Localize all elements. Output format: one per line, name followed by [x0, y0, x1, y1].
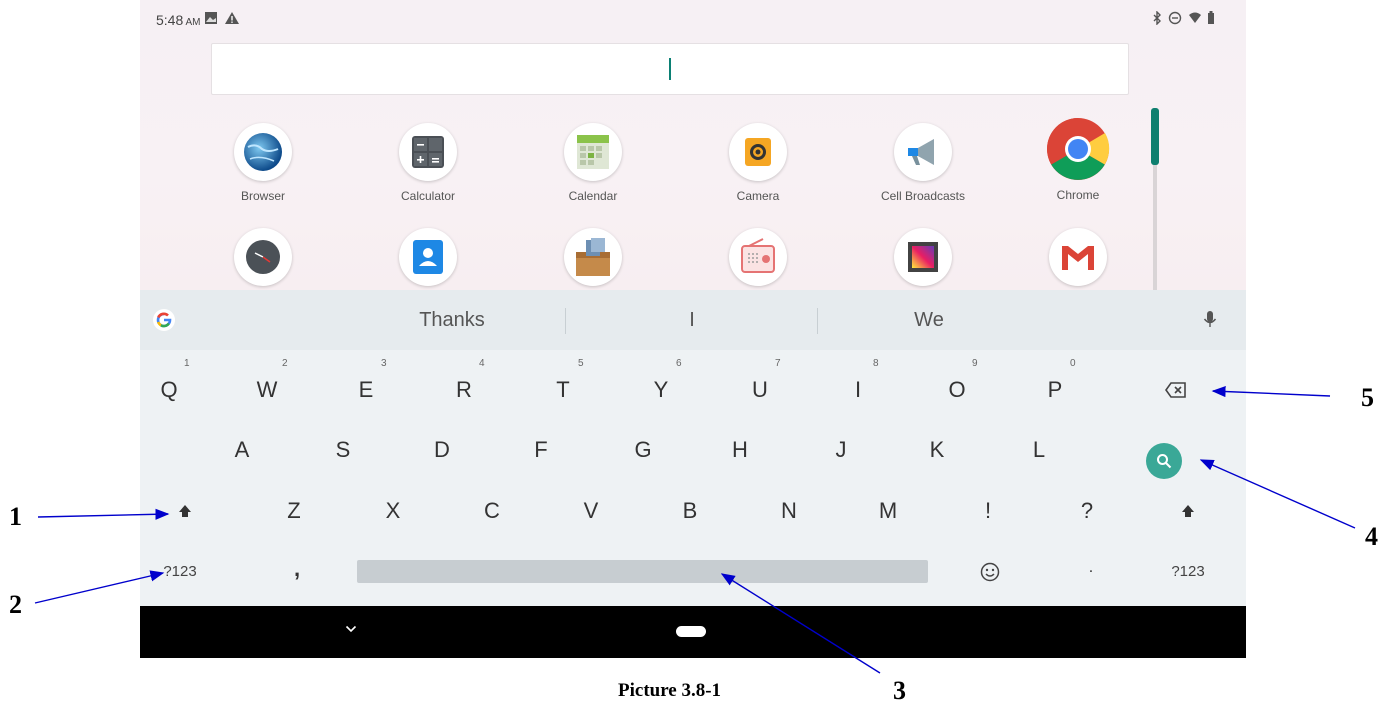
callout-arrows	[34, 385, 1356, 674]
callout-1: 1	[9, 502, 22, 531]
callout-2: 2	[9, 590, 22, 619]
arrow-5	[1211, 385, 1331, 398]
arrow-4	[1199, 459, 1356, 529]
figure-caption: Picture 3.8-1	[618, 680, 722, 701]
arrow-3	[720, 573, 881, 674]
arrow-2	[34, 570, 165, 604]
callout-5: 5	[1361, 383, 1374, 412]
arrow-1	[37, 508, 170, 520]
callout-3: 3	[893, 676, 906, 705]
callout-4: 4	[1365, 522, 1378, 551]
